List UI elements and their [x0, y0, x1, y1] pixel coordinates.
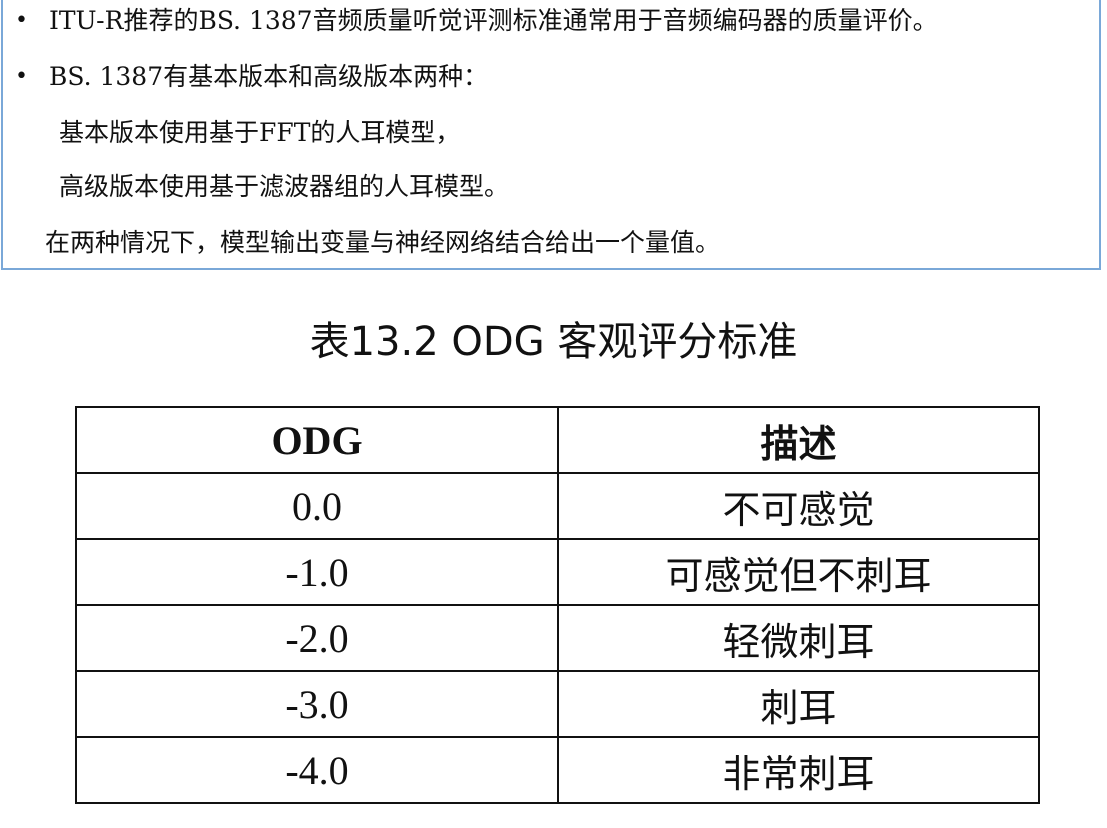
intro-text-box: • ITU-R推荐的BS. 1387音频质量听觉评测标准通常用于音频编码器的质量…	[1, 0, 1101, 270]
table-row: 0.0 不可感觉	[75, 472, 1040, 540]
table-row: -3.0 刺耳	[75, 670, 1040, 738]
bullet-icon: •	[15, 64, 28, 89]
intro-line-5: 在两种情况下，模型输出变量与神经网络结合给出一个量值。	[45, 228, 721, 257]
odg-value-cell: -4.0	[75, 736, 559, 804]
column-header-odg: ODG	[75, 406, 559, 474]
odg-value-cell: -2.0	[75, 604, 559, 672]
intro-line-4: 高级版本使用基于滤波器组的人耳模型。	[59, 172, 510, 201]
description-cell: 可感觉但不刺耳	[557, 538, 1040, 606]
description-cell: 轻微刺耳	[557, 604, 1040, 672]
description-cell: 非常刺耳	[557, 736, 1040, 804]
intro-line-3: 基本版本使用基于FFT的人耳模型，	[59, 118, 461, 147]
table-header-row: ODG 描述	[75, 406, 1040, 474]
intro-line-1: ITU-R推荐的BS. 1387音频质量听觉评测标准通常用于音频编码器的质量评价…	[49, 6, 938, 35]
odg-value-cell: 0.0	[75, 472, 559, 540]
table-caption: 表13.2 ODG 客观评分标准	[309, 319, 798, 365]
column-header-description: 描述	[557, 406, 1040, 474]
table-row: -2.0 轻微刺耳	[75, 604, 1040, 672]
odg-value-cell: -3.0	[75, 670, 559, 738]
description-cell: 刺耳	[557, 670, 1040, 738]
odg-table: ODG 描述 0.0 不可感觉 -1.0 可感觉但不刺耳 -2.0 轻微刺耳 -…	[75, 406, 1040, 804]
table-row: -1.0 可感觉但不刺耳	[75, 538, 1040, 606]
description-cell: 不可感觉	[557, 472, 1040, 540]
bullet-icon: •	[15, 8, 28, 33]
odg-value-cell: -1.0	[75, 538, 559, 606]
intro-line-2: BS. 1387有基本版本和高级版本两种：	[49, 62, 489, 91]
table-row: -4.0 非常刺耳	[75, 736, 1040, 804]
